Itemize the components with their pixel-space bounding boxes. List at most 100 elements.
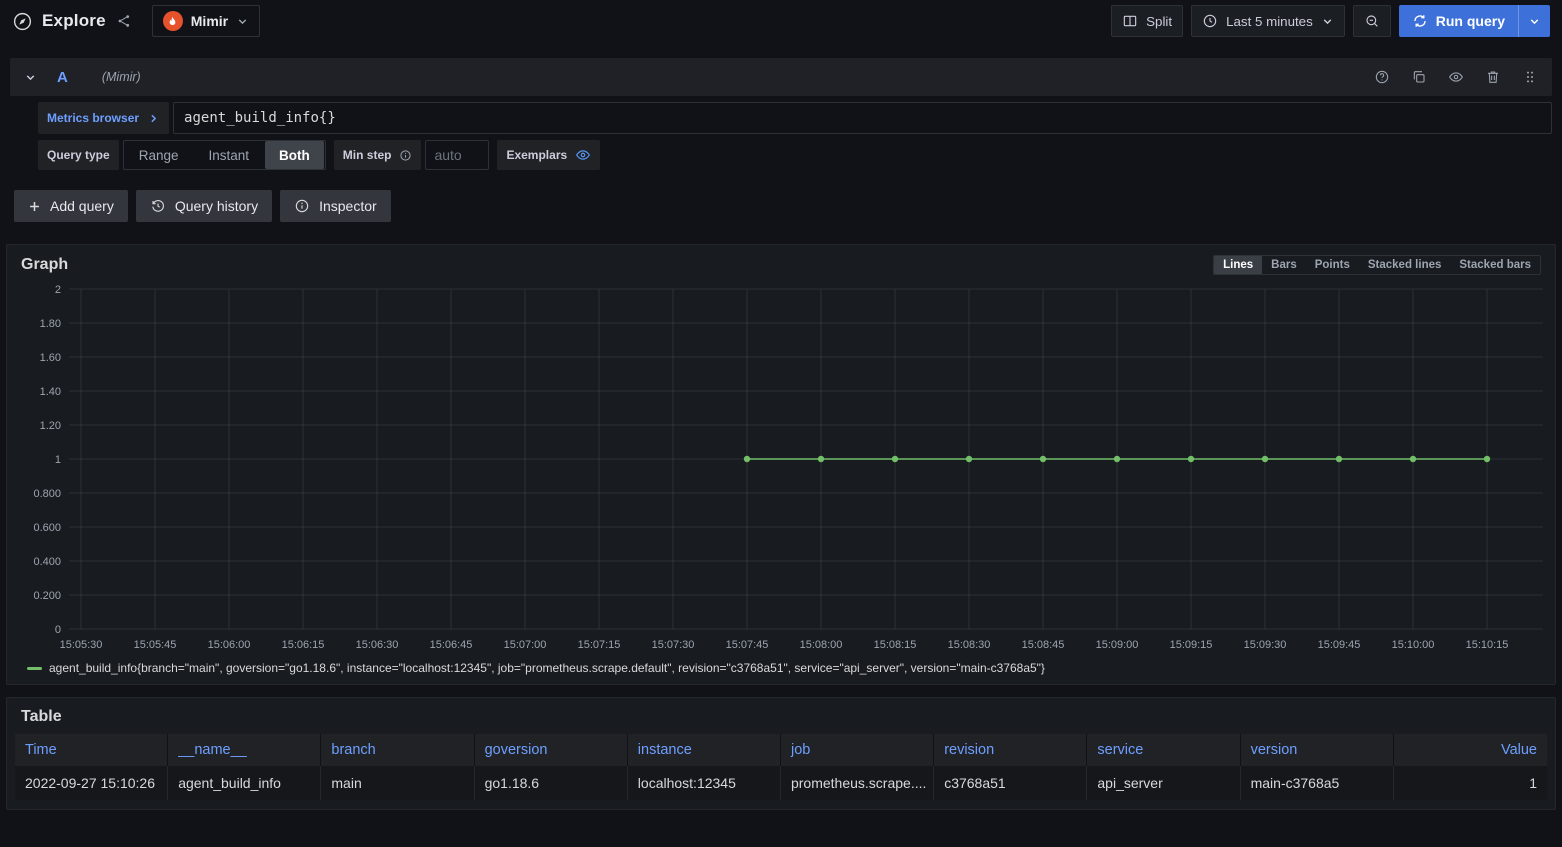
trash-icon[interactable] [1485,69,1501,85]
query-row-actions [1374,69,1538,85]
table-cell: api_server [1087,766,1240,800]
datasource-name: Mimir [191,13,228,29]
table-header-cell[interactable]: Value [1394,734,1547,766]
query-body: Metrics browser Query type RangeInstantB… [10,96,1552,170]
chevron-down-icon [1528,15,1541,28]
table-header-cell[interactable]: instance [628,734,781,766]
svg-text:15:09:30: 15:09:30 [1244,639,1287,651]
svg-text:0.200: 0.200 [33,590,61,602]
svg-text:15:09:15: 15:09:15 [1170,639,1213,651]
eye-icon[interactable] [1448,69,1464,85]
metrics-browser-label: Metrics browser [47,111,139,125]
graph-style-points[interactable]: Points [1306,256,1359,274]
table-cell: agent_build_info [168,766,321,800]
table-header-row: Time__name__branchgoversioninstancejobre… [15,734,1547,766]
query-type-option-instant[interactable]: Instant [195,141,264,169]
split-icon [1122,13,1138,29]
history-icon [150,198,166,214]
query-ref-id[interactable]: A [57,69,68,86]
explore-actions: Add query Query history Inspector [14,190,1562,222]
svg-text:15:07:00: 15:07:00 [504,639,547,651]
query-editor: A (Mimir) Metrics browser [10,58,1552,170]
graph-panel-title: Graph [21,256,68,274]
legend-series-label[interactable]: agent_build_info{branch="main", goversio… [49,661,1045,675]
split-button[interactable]: Split [1111,5,1183,37]
graph-style-lines[interactable]: Lines [1214,256,1262,274]
table-cell: prometheus.scrape.... [781,766,934,800]
table-header-cell[interactable]: version [1241,734,1394,766]
min-step-input[interactable] [425,140,489,170]
explore-header: Explore [12,11,106,32]
svg-text:15:08:30: 15:08:30 [948,639,991,651]
query-type-group: RangeInstantBoth [123,140,326,170]
top-toolbar: Explore Mimir Split Last 5 minutes [0,0,1562,42]
svg-text:0: 0 [55,624,61,636]
svg-text:15:07:15: 15:07:15 [578,639,621,651]
svg-text:0.400: 0.400 [33,556,61,568]
collapse-chevron-icon[interactable] [24,71,37,84]
svg-text:1.20: 1.20 [40,420,61,432]
copy-query-icon[interactable] [1411,69,1427,85]
run-query-dropdown[interactable] [1518,5,1550,37]
time-range-picker[interactable]: Last 5 minutes [1191,5,1345,37]
table-header-cell[interactable]: revision [934,734,1087,766]
chart-legend: agent_build_info{branch="main", goversio… [7,659,1555,684]
svg-text:15:09:00: 15:09:00 [1096,639,1139,651]
run-query-label: Run query [1436,13,1505,29]
chevron-down-icon [236,15,249,28]
time-series-chart[interactable]: 00.2000.4000.6000.80011.201.401.601.8021… [15,279,1545,659]
share-alt-icon[interactable] [116,13,132,29]
help-circle-icon[interactable] [1374,69,1390,85]
svg-text:1.40: 1.40 [40,386,61,398]
inspector-button[interactable]: Inspector [280,190,391,222]
table-cell: localhost:12345 [628,766,781,800]
graph-style-bars[interactable]: Bars [1262,256,1306,274]
svg-text:15:06:15: 15:06:15 [282,639,325,651]
svg-text:15:05:45: 15:05:45 [134,639,177,651]
time-range-label: Last 5 minutes [1226,14,1313,29]
svg-text:15:07:30: 15:07:30 [652,639,695,651]
graph-style-stacked-bars[interactable]: Stacked bars [1450,256,1540,274]
table-cell: go1.18.6 [475,766,628,800]
graph-style-tabs: LinesBarsPointsStacked linesStacked bars [1213,255,1541,275]
chevron-down-icon [1321,15,1334,28]
exemplars-eye-icon[interactable] [575,147,591,163]
svg-text:1.60: 1.60 [40,352,61,364]
run-query-button[interactable]: Run query [1399,5,1550,37]
graph-style-stacked-lines[interactable]: Stacked lines [1359,256,1451,274]
compass-icon [12,11,33,32]
svg-text:2: 2 [55,284,61,296]
datasource-picker[interactable]: Mimir [152,5,260,37]
drag-handle-icon[interactable] [1522,69,1538,85]
query-history-button[interactable]: Query history [136,190,272,222]
table-header-cell[interactable]: job [781,734,934,766]
query-type-option-range[interactable]: Range [125,141,193,169]
page-title: Explore [42,11,106,31]
query-type-option-both[interactable]: Both [265,141,324,169]
clock-icon [1202,13,1218,29]
table-header-cell[interactable]: __name__ [168,734,321,766]
svg-text:15:08:00: 15:08:00 [800,639,843,651]
exemplars-toggle: Exemplars [497,140,600,170]
table-cell: 2022-09-27 15:10:26 [15,766,168,800]
table-cell: c3768a51 [934,766,1087,800]
zoom-out-button[interactable] [1353,5,1391,37]
table-header-cell[interactable]: branch [321,734,474,766]
min-step-label: Min step [334,140,422,170]
table-header-cell[interactable]: service [1087,734,1240,766]
chart-area: 00.2000.4000.6000.80011.201.401.601.8021… [7,279,1555,659]
metrics-browser-button[interactable]: Metrics browser [38,102,169,134]
table-header-cell[interactable]: Time [15,734,168,766]
svg-text:15:08:45: 15:08:45 [1022,639,1065,651]
info-circle-icon [294,198,310,214]
table-cell: main [321,766,474,800]
add-query-button[interactable]: Add query [14,190,128,222]
table-cell: main-c3768a5 [1241,766,1394,800]
graph-panel: Graph LinesBarsPointsStacked linesStacke… [6,244,1556,685]
plus-icon [28,200,41,213]
query-expression-input[interactable] [173,102,1552,134]
run-query-main[interactable]: Run query [1399,5,1518,37]
table-header-cell[interactable]: goversion [475,734,628,766]
info-circle-icon[interactable] [399,149,412,162]
table-row: 2022-09-27 15:10:26agent_build_infomaing… [15,766,1547,800]
